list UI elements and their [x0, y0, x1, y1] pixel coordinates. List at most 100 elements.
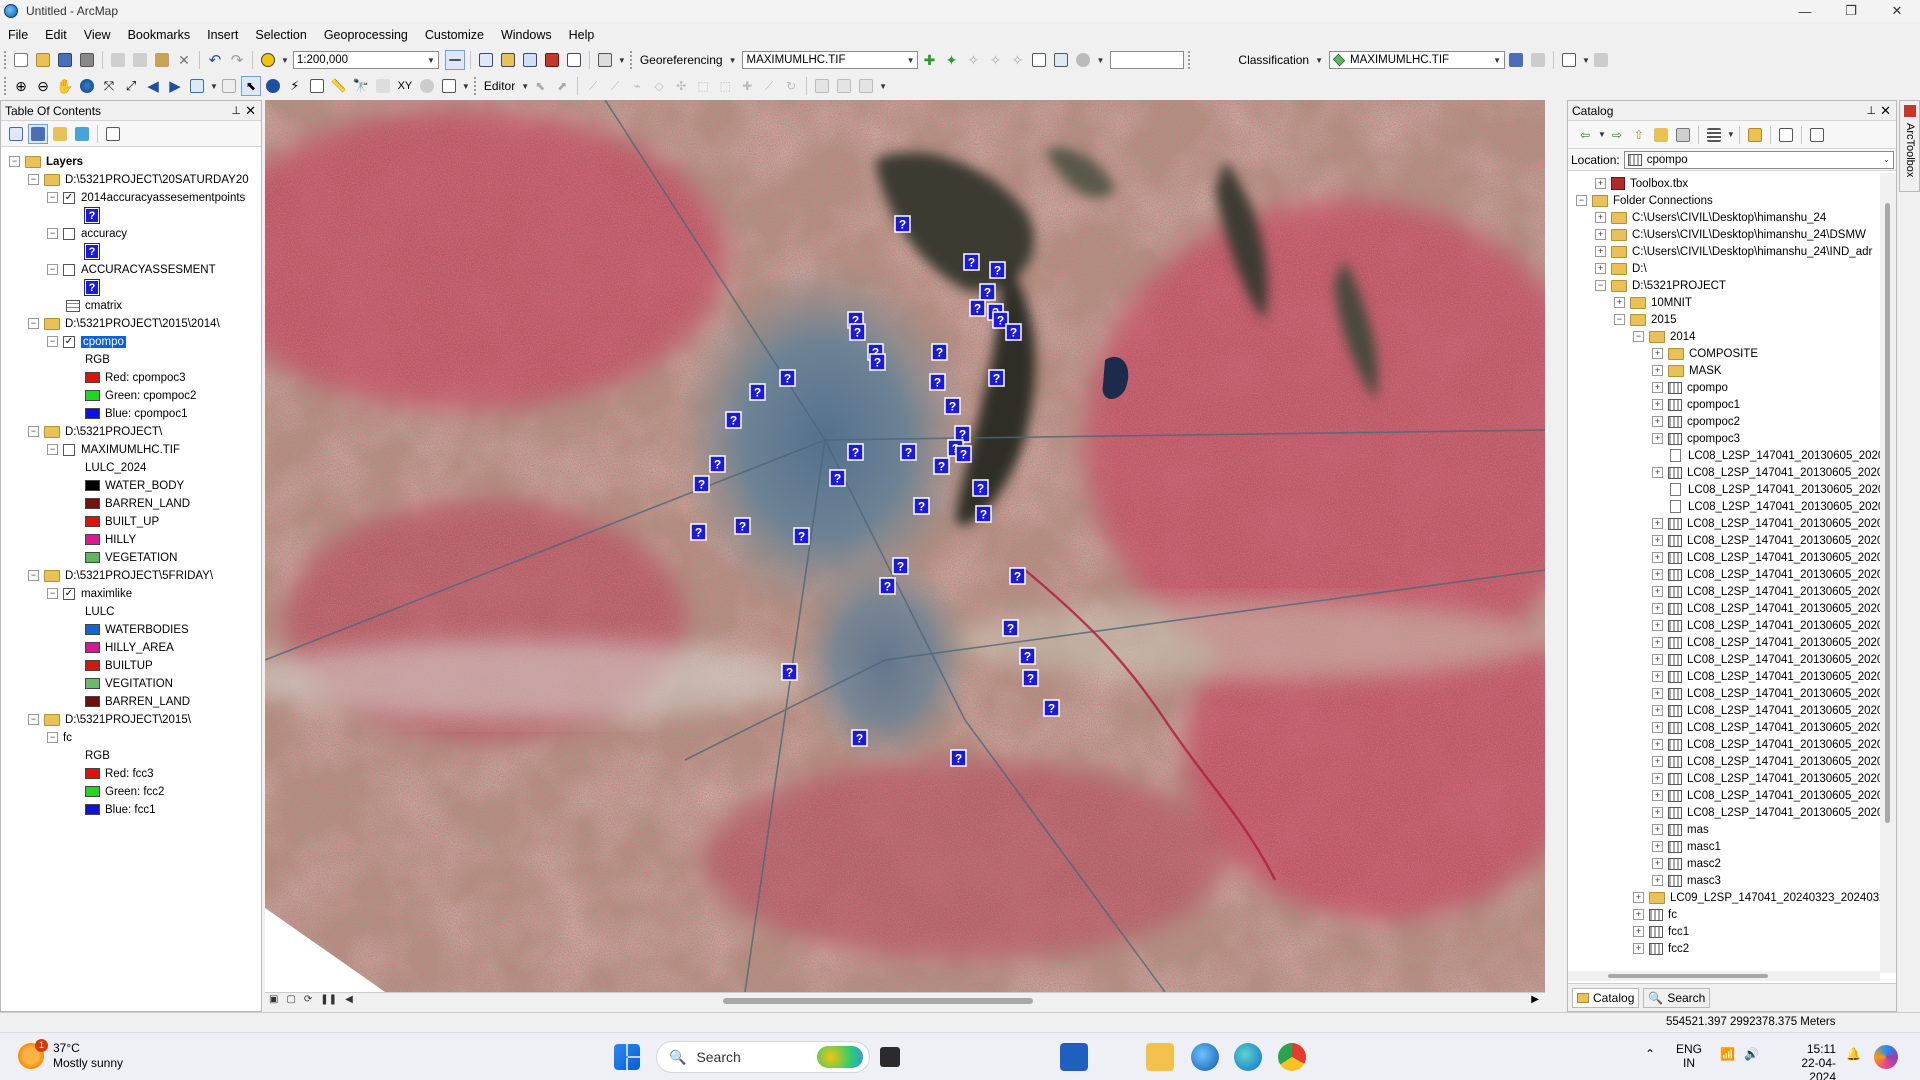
legend-swatch[interactable]: [85, 678, 100, 689]
catalog-row[interactable]: + LC08_L2SP_147041_20130605_20200: [1652, 549, 1880, 566]
forward-icon[interactable]: ⇨: [1607, 125, 1627, 145]
accuracy-point-marker[interactable]: ?: [969, 299, 986, 317]
accuracy-point-marker[interactable]: ?: [779, 369, 796, 387]
list-by-source-icon[interactable]: [28, 123, 48, 144]
accuracy-point-marker[interactable]: ?: [847, 443, 864, 461]
find-icon[interactable]: 🔭: [351, 76, 371, 96]
accuracy-point-marker[interactable]: ?: [725, 411, 742, 429]
missing-data-icon[interactable]: ?: [84, 243, 100, 260]
georeferencing-layer-combo[interactable]: MAXIMUMLHC.TIF ▼: [742, 51, 919, 69]
toolbar-grip[interactable]: [629, 51, 633, 69]
expand-collapse-icon[interactable]: +: [1633, 909, 1644, 920]
toc-row[interactable]: BARREN_LAND: [85, 495, 190, 512]
layer-visibility-checkbox[interactable]: ✓: [63, 191, 75, 204]
modelbuilder-icon[interactable]: [595, 50, 615, 70]
toolbar-grip[interactable]: [4, 51, 7, 69]
accuracy-point-marker[interactable]: ?: [849, 323, 866, 341]
list-by-visibility-icon[interactable]: [50, 124, 70, 144]
expand-collapse-icon[interactable]: +: [1652, 399, 1663, 410]
location-combo[interactable]: cpompo ⌄: [1623, 150, 1894, 169]
select-features-icon[interactable]: [187, 76, 207, 96]
catalog-row[interactable]: − Folder Connections: [1576, 192, 1713, 209]
accuracy-point-marker[interactable]: ?: [749, 383, 766, 401]
catalog-row[interactable]: + LC08_L2SP_147041_20130605_20200: [1652, 736, 1880, 753]
expand-collapse-icon[interactable]: +: [1633, 892, 1644, 903]
back-dropdown-icon[interactable]: ▼: [1598, 130, 1606, 139]
accuracy-point-marker[interactable]: ?: [1043, 699, 1060, 717]
toc-row[interactable]: Green: fcc2: [85, 783, 164, 800]
toc-row[interactable]: − D:\5321PROJECT\: [28, 423, 162, 440]
views-dropdown-icon[interactable]: ▼: [1727, 130, 1735, 139]
expand-collapse-icon[interactable]: +: [1595, 246, 1606, 257]
accuracy-point-marker[interactable]: ?: [963, 253, 980, 271]
expand-collapse-icon[interactable]: −: [28, 174, 39, 185]
accuracy-point-marker[interactable]: ?: [1005, 323, 1022, 341]
expand-collapse-icon[interactable]: +: [1633, 926, 1644, 937]
missing-data-icon[interactable]: ?: [84, 279, 100, 296]
expand-collapse-icon[interactable]: +: [1652, 433, 1663, 444]
expand-collapse-icon[interactable]: −: [47, 732, 58, 743]
editor-more-dropdown-icon[interactable]: ▼: [879, 82, 887, 91]
accuracy-point-marker[interactable]: ?: [931, 343, 948, 361]
catalog-row[interactable]: LC08_L2SP_147041_20130605_20200: [1652, 498, 1880, 515]
catalog-hscroll-thumb[interactable]: [1608, 974, 1768, 978]
options-icon[interactable]: [1807, 125, 1827, 145]
expand-collapse-icon[interactable]: +: [1652, 620, 1663, 631]
scroll-left-icon[interactable]: ◀: [345, 994, 353, 1005]
add-control-points-icon[interactable]: ✚: [919, 50, 939, 70]
missing-data-icon[interactable]: ?: [84, 207, 100, 224]
tab-catalog[interactable]: Catalog: [1572, 987, 1640, 1008]
print-icon[interactable]: [77, 50, 97, 70]
accuracy-point-marker[interactable]: ?: [955, 445, 972, 463]
expand-collapse-icon[interactable]: +: [1652, 603, 1663, 614]
catalog-row[interactable]: + cpompo: [1652, 379, 1728, 396]
catalog-row[interactable]: + LC08_L2SP_147041_20130605_20200: [1652, 787, 1880, 804]
catalog-scroll-thumb[interactable]: [1885, 203, 1890, 823]
legend-swatch[interactable]: [85, 786, 100, 797]
expand-collapse-icon[interactable]: +: [1652, 841, 1663, 852]
time-slider-icon[interactable]: [417, 76, 437, 96]
catalog-row[interactable]: + mas: [1652, 821, 1709, 838]
catalog-row[interactable]: + C:\Users\CIVIL\Desktop\himanshu_24\IND_…: [1595, 243, 1872, 260]
tab-search[interactable]: 🔍 Search: [1643, 987, 1711, 1008]
toc-row[interactable]: − D:\5321PROJECT\20SATURDAY20: [28, 171, 249, 188]
expand-collapse-icon[interactable]: +: [1652, 858, 1663, 869]
toc-row[interactable]: RGB: [85, 351, 110, 368]
reshape-icon[interactable]: ⬚: [715, 76, 735, 96]
toc-row[interactable]: WATERBODIES: [85, 621, 189, 638]
menu-customize[interactable]: Customize: [425, 28, 484, 42]
catalog-row[interactable]: + LC08_L2SP_147041_20130605_20200: [1652, 719, 1880, 736]
toc-row[interactable]: Green: cpompoc2: [85, 387, 196, 404]
new-document-icon[interactable]: [11, 50, 31, 70]
expand-collapse-icon[interactable]: −: [47, 336, 58, 347]
toggle-contents-icon[interactable]: [1776, 125, 1796, 145]
arctoolbox-icon[interactable]: [542, 50, 562, 70]
maximize-button[interactable]: ❐: [1828, 0, 1874, 22]
toc-row[interactable]: BARREN_LAND: [85, 693, 190, 710]
catalog-row[interactable]: + fc: [1633, 906, 1677, 923]
catalog-row[interactable]: + masc3: [1652, 872, 1721, 889]
forward-extent-icon[interactable]: ▶: [165, 76, 185, 96]
accuracy-point-marker[interactable]: ?: [933, 457, 950, 475]
catalog-row[interactable]: + LC08_L2SP_147041_20130605_20200: [1652, 532, 1880, 549]
cut-polygons-icon[interactable]: ✚: [737, 76, 757, 96]
add-data-dropdown-icon[interactable]: ▼: [281, 56, 289, 65]
expand-collapse-icon[interactable]: +: [1652, 569, 1663, 580]
expand-collapse-icon[interactable]: +: [1652, 756, 1663, 767]
undo-icon[interactable]: ↶: [205, 50, 225, 70]
split-tool-icon[interactable]: ✣: [671, 76, 691, 96]
menu-help[interactable]: Help: [569, 28, 595, 42]
full-extent-icon[interactable]: [77, 76, 97, 96]
select-elements-icon[interactable]: ⬉: [240, 76, 261, 96]
georeferencing-dropdown-icon[interactable]: ▼: [729, 56, 737, 65]
expand-collapse-icon[interactable]: −: [47, 444, 58, 455]
toc-row[interactable]: RGB: [85, 747, 110, 764]
draw-polygon-icon[interactable]: [1559, 50, 1579, 70]
create-viewer-icon[interactable]: [439, 76, 459, 96]
up-one-level-icon[interactable]: ⇧: [1629, 125, 1649, 145]
expand-collapse-icon[interactable]: +: [1595, 212, 1606, 223]
toolbar-grip[interactable]: [1188, 51, 1191, 69]
link-table-icon[interactable]: [1029, 50, 1049, 70]
expand-collapse-icon[interactable]: −: [47, 264, 58, 275]
expand-collapse-icon[interactable]: +: [1652, 348, 1663, 359]
